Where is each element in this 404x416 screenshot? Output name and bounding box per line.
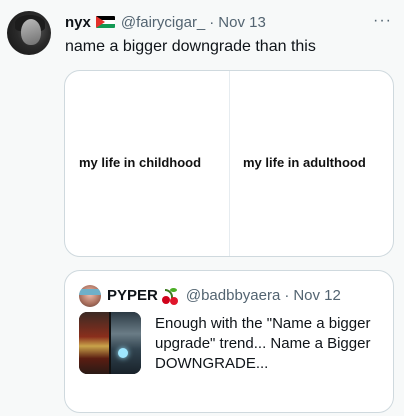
header-separator: · [209, 13, 215, 31]
quoted-author-avatar[interactable] [79, 285, 101, 307]
tweet-text: name a bigger downgrade than this [65, 38, 316, 55]
quoted-tweet[interactable]: PYPER @badbbyaera · Nov 12 Enough with t… [64, 270, 394, 413]
quoted-author-name[interactable]: PYPER [107, 287, 158, 304]
author-name[interactable]: nyx [65, 14, 91, 31]
more-options-icon[interactable]: ··· [373, 12, 392, 30]
author-handle[interactable]: @fairycigar_ [121, 14, 205, 31]
media-caption-right: my life in adulthood [243, 155, 366, 170]
quoted-author-handle[interactable]: @badbbyaera [186, 287, 280, 304]
quoted-tweet-date[interactable]: Nov 12 [293, 287, 341, 304]
tweet-media[interactable]: my life in childhood my life in adulthoo… [64, 70, 394, 257]
thumbnail-divider [109, 312, 111, 374]
avatar-face [21, 19, 41, 45]
media-divider [229, 71, 230, 256]
palestine-flag-icon [95, 16, 115, 28]
quoted-tweet-thumbnail[interactable] [79, 312, 141, 374]
tweet-date[interactable]: Nov 13 [218, 14, 266, 31]
thumbnail-glow [118, 348, 128, 358]
quoted-tweet-text: Enough with the "Name a bigger upgrade" … [155, 315, 371, 372]
cherry-emoji-icon [161, 287, 179, 305]
quoted-tweet-header: PYPER @badbbyaera · Nov 12 [107, 287, 341, 305]
thumbnail-right-half [110, 312, 141, 374]
quoted-header-separator: · [284, 287, 290, 304]
author-avatar[interactable] [7, 11, 51, 55]
avatar-headband [79, 289, 101, 295]
thumbnail-left-half [79, 312, 110, 374]
media-caption-left: my life in childhood [79, 155, 202, 170]
tweet-header: nyx @fairycigar_ · Nov 13 [65, 12, 266, 32]
